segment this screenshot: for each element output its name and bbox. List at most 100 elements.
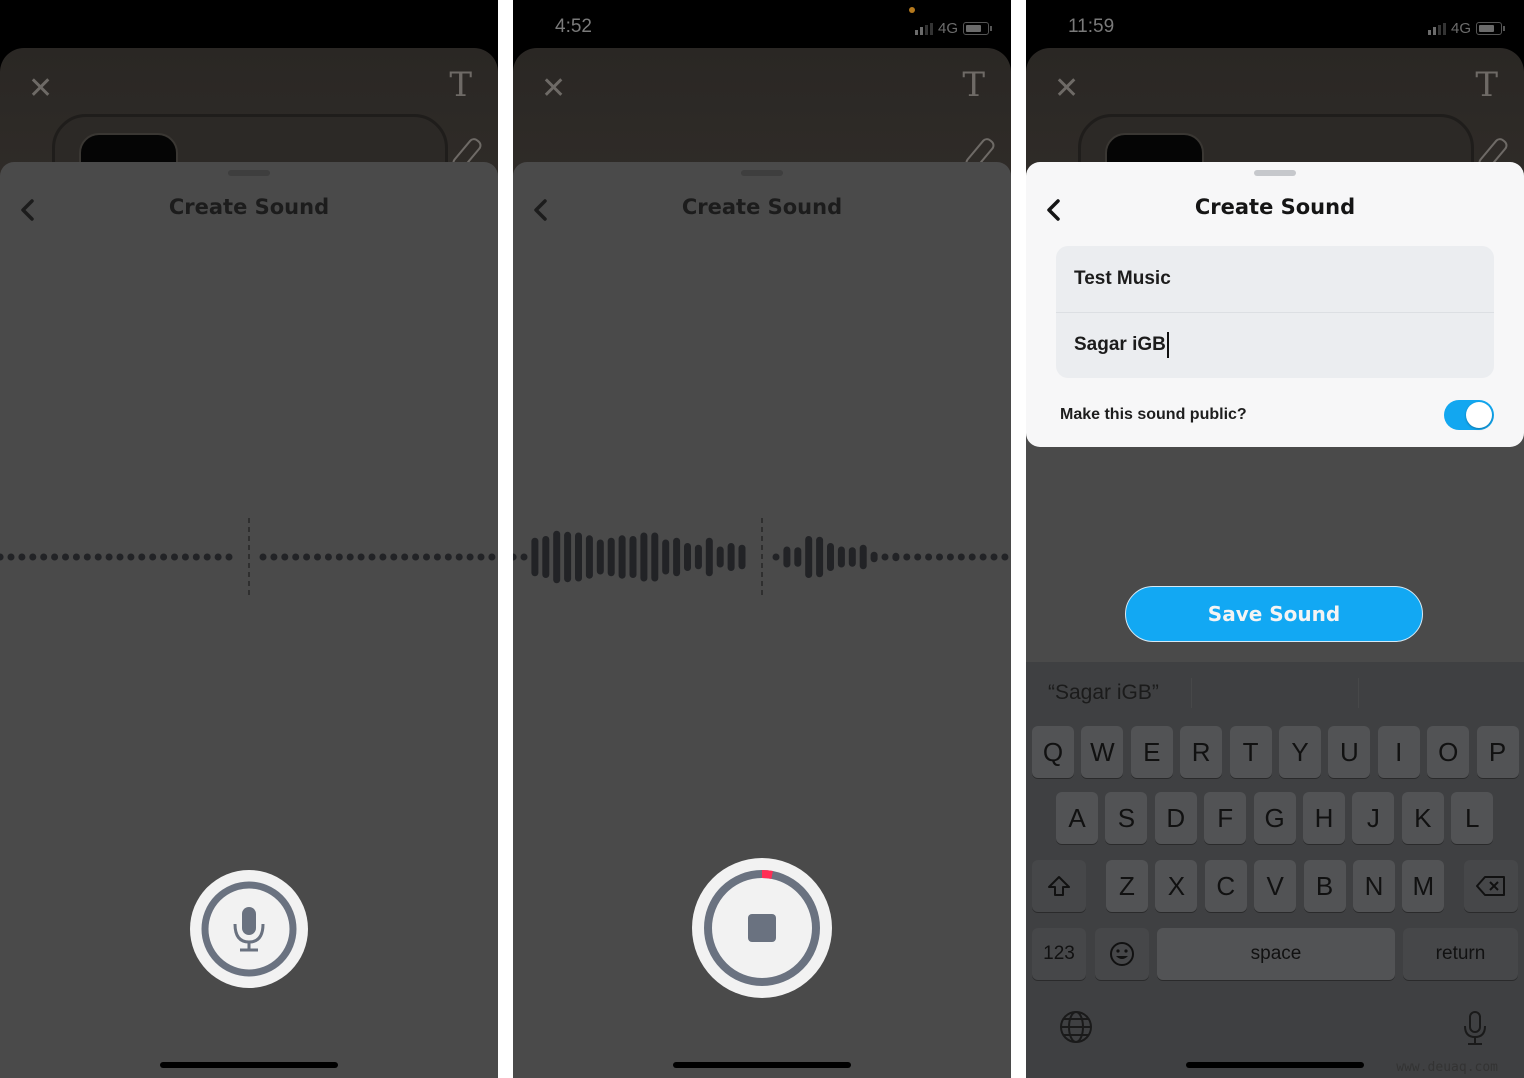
- waveform-bar: [401, 553, 409, 561]
- delete-key[interactable]: [1464, 860, 1518, 912]
- waveform-bar: [716, 546, 724, 568]
- keyboard: “Sagar iGB” QWERTYUIOP ASDFGHJKL ZXCVBNM 1…: [1026, 662, 1524, 1078]
- key-v[interactable]: V: [1254, 860, 1297, 912]
- sound-name-input[interactable]: Test Music: [1056, 246, 1494, 313]
- waveform-bar: [859, 544, 867, 570]
- home-indicator: [160, 1062, 338, 1068]
- waveform-bar: [138, 553, 146, 561]
- return-key[interactable]: return: [1403, 928, 1518, 980]
- waveform-bar: [412, 553, 420, 561]
- suggestion-item[interactable]: “Sagar iGB”: [1026, 662, 1191, 724]
- waveform-bar: [513, 553, 517, 561]
- close-icon[interactable]: ✕: [28, 74, 53, 104]
- text-cursor: [1166, 332, 1169, 358]
- key-r[interactable]: R: [1180, 726, 1223, 778]
- waveform-bar: [542, 536, 550, 578]
- key-q[interactable]: Q: [1032, 726, 1074, 778]
- waveform-bar: [968, 553, 976, 561]
- public-toggle[interactable]: [1444, 400, 1494, 430]
- numbers-key[interactable]: 123: [1032, 928, 1086, 980]
- phone-screen-details: 11:59 4G ✕ T Create Sound Test Music Sag…: [1026, 0, 1524, 1078]
- waveform-bar: [673, 537, 681, 577]
- space-key[interactable]: space: [1157, 928, 1395, 980]
- key-f[interactable]: F: [1204, 792, 1247, 844]
- waveform-bar: [903, 553, 911, 561]
- key-j[interactable]: J: [1352, 792, 1395, 844]
- close-icon[interactable]: ✕: [1054, 74, 1079, 104]
- waveform-bar: [629, 536, 637, 578]
- key-z[interactable]: Z: [1106, 860, 1148, 912]
- key-u[interactable]: U: [1328, 726, 1371, 778]
- waveform-bar: [892, 552, 900, 562]
- waveform-bar: [83, 553, 91, 561]
- key-s[interactable]: S: [1105, 792, 1148, 844]
- close-icon[interactable]: ✕: [541, 74, 566, 104]
- sheet-title: Create Sound: [168, 195, 330, 219]
- key-x[interactable]: X: [1155, 860, 1198, 912]
- key-p[interactable]: P: [1476, 726, 1519, 778]
- status-bar: 11:59 4G: [1026, 0, 1524, 48]
- dictation-mic-icon[interactable]: [1460, 1010, 1490, 1050]
- waveform-bar: [772, 553, 780, 561]
- waveform-bar: [684, 543, 691, 571]
- key-b[interactable]: B: [1303, 860, 1346, 912]
- waveform-bar: [979, 553, 987, 561]
- key-m[interactable]: M: [1402, 860, 1445, 912]
- key-o[interactable]: O: [1427, 726, 1470, 778]
- waveform-bar: [575, 532, 582, 582]
- key-d[interactable]: D: [1154, 792, 1197, 844]
- waveform-bar: [259, 553, 267, 561]
- key-w[interactable]: W: [1081, 726, 1124, 778]
- sound-details-card: Create Sound Test Music Sagar iGB Make t…: [1026, 162, 1524, 447]
- waveform-bar: [116, 553, 124, 561]
- status-time: 11:59: [1068, 16, 1115, 37]
- key-k[interactable]: K: [1401, 792, 1444, 844]
- waveform-bar: [738, 544, 746, 570]
- stop-recording-button[interactable]: [692, 858, 832, 998]
- shift-key[interactable]: [1032, 860, 1086, 912]
- save-sound-button[interactable]: Save Sound: [1125, 586, 1423, 642]
- waveform-bar: [324, 553, 332, 561]
- artist-name-input[interactable]: Sagar iGB: [1056, 312, 1494, 378]
- waveform-bar: [423, 553, 430, 561]
- key-h[interactable]: H: [1303, 792, 1345, 844]
- network-label: 4G: [937, 20, 958, 37]
- text-tool-icon[interactable]: T: [962, 68, 985, 102]
- sheet-grabber[interactable]: [228, 170, 270, 176]
- waveform-bar: [553, 530, 561, 584]
- key-t[interactable]: T: [1229, 726, 1272, 778]
- record-button[interactable]: [190, 870, 308, 988]
- sound-name-value: Test Music: [1074, 268, 1171, 289]
- battery-icon: [963, 22, 992, 35]
- key-y[interactable]: Y: [1279, 726, 1321, 778]
- waveform-bar: [171, 553, 178, 561]
- suggestion-item[interactable]: [1359, 662, 1524, 724]
- key-l[interactable]: L: [1451, 792, 1494, 844]
- sheet-grabber[interactable]: [741, 170, 783, 176]
- waveform-bar: [72, 553, 80, 561]
- suggestion-bar: “Sagar iGB”: [1026, 662, 1524, 724]
- key-a[interactable]: A: [1056, 792, 1098, 844]
- key-c[interactable]: C: [1204, 860, 1247, 912]
- key-g[interactable]: G: [1253, 792, 1296, 844]
- suggestion-item[interactable]: [1192, 662, 1357, 724]
- waveform-bar: [203, 553, 211, 561]
- globe-icon[interactable]: [1059, 1010, 1093, 1048]
- waveform-bar: [160, 553, 168, 561]
- battery-icon: [1476, 22, 1505, 35]
- waveform-bar: [18, 553, 26, 561]
- emoji-icon: [1110, 942, 1134, 966]
- emoji-key[interactable]: [1095, 928, 1149, 980]
- watermark: www.deuaq.com: [1396, 1060, 1498, 1075]
- waveform-bar: [651, 532, 659, 582]
- key-e[interactable]: E: [1130, 726, 1173, 778]
- text-tool-icon[interactable]: T: [449, 68, 472, 102]
- waveform-bar: [914, 553, 922, 561]
- key-i[interactable]: I: [1377, 726, 1420, 778]
- text-tool-icon[interactable]: T: [1475, 68, 1498, 102]
- waveform-bar: [727, 543, 735, 571]
- waveform-bar: [455, 553, 463, 561]
- phone-screen-recording: 4:52 4G ✕ T Create Sound: [513, 0, 1011, 1078]
- sheet-grabber[interactable]: [1254, 170, 1296, 176]
- key-n[interactable]: N: [1353, 860, 1395, 912]
